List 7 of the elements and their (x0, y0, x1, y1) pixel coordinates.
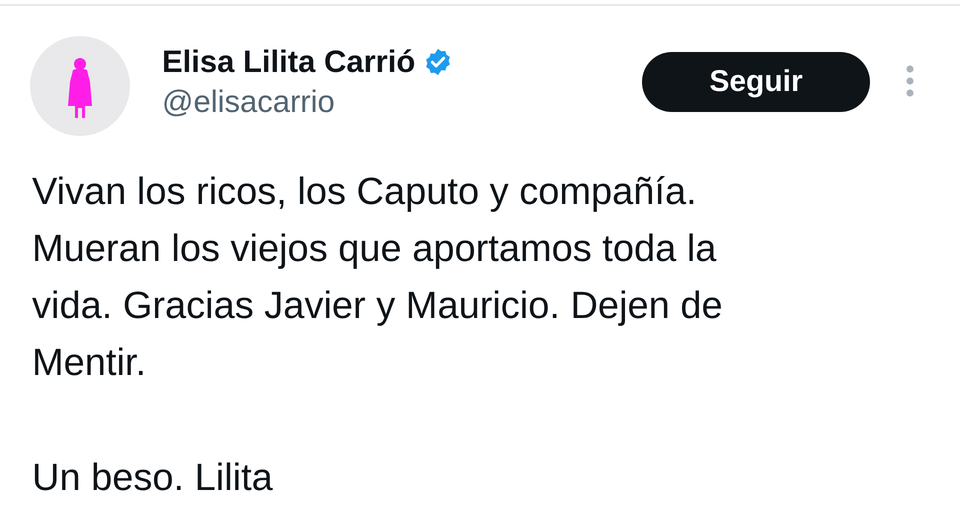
follow-button[interactable]: Seguir (642, 52, 870, 112)
avatar[interactable] (30, 36, 130, 136)
tweet-text: Un beso. Lilita (32, 456, 274, 501)
author-name[interactable]: Elisa Lilita Carrió (162, 44, 416, 80)
tweet-text: Vivan los ricos, los Caputo y compañía. Mueran los viejos que aportamos toda la vida. Gracias Javier y Mauricio. Dejen de Mentir. (32, 170, 724, 386)
author-handle[interactable]: @elisacarrio (162, 84, 335, 120)
more-options-icon[interactable] (905, 64, 915, 98)
